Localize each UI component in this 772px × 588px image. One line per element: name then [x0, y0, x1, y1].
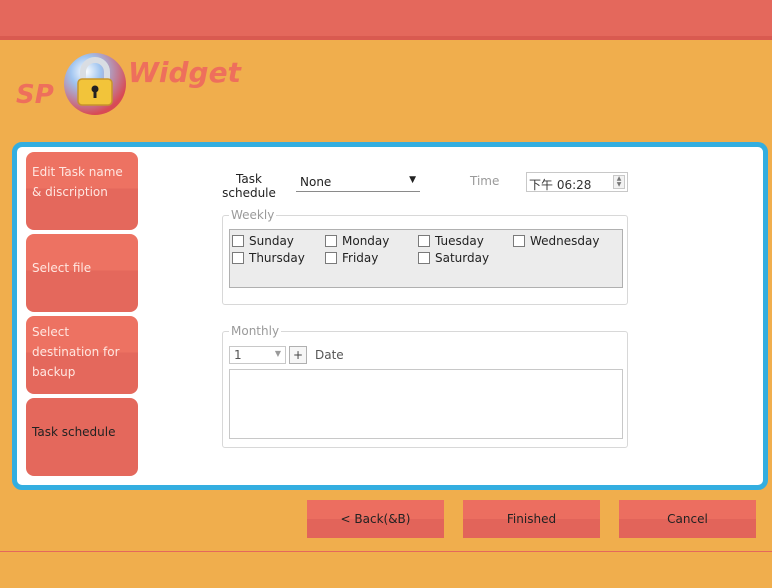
time-label: Time — [470, 174, 500, 188]
monthly-day-select[interactable]: 1 ▼ — [229, 346, 286, 364]
checkbox-icon — [325, 235, 337, 247]
checkbox-label: Monday — [342, 234, 390, 248]
task-schedule-label: Task schedule — [222, 172, 276, 200]
sidebar-item-label: Select file — [32, 261, 92, 275]
sidebar-item-label: Task schedule — [32, 425, 116, 439]
sidebar-item-select-destination[interactable]: Select destination for backup — [26, 316, 138, 394]
date-label: Date — [315, 348, 344, 362]
sidebar-item-label: Select destination for backup — [32, 325, 120, 379]
checkbox-icon — [418, 235, 430, 247]
checkbox-friday[interactable]: Friday — [325, 251, 378, 265]
checkbox-label: Sunday — [249, 234, 294, 248]
add-date-button[interactable]: + — [289, 346, 307, 364]
monthly-day-value: 1 — [234, 348, 242, 362]
back-button[interactable]: < Back(&B) — [307, 500, 444, 538]
checkbox-thursday[interactable]: Thursday — [232, 251, 305, 265]
checkbox-icon — [418, 252, 430, 264]
monthly-legend: Monthly — [229, 324, 282, 338]
checkbox-wednesday[interactable]: Wednesday — [513, 234, 599, 248]
task-schedule-value: None — [300, 175, 332, 189]
top-bar — [0, 0, 772, 36]
time-value: 下午 06:28 — [529, 178, 592, 192]
finished-button[interactable]: Finished — [463, 500, 600, 538]
checkbox-monday[interactable]: Monday — [325, 234, 389, 248]
checkbox-icon — [513, 235, 525, 247]
checkbox-label: Saturday — [435, 251, 490, 265]
cancel-button[interactable]: Cancel — [619, 500, 756, 538]
chevron-down-icon: ▼ — [409, 175, 416, 185]
lock-logo-icon — [64, 53, 126, 115]
sidebar-item-label: Edit Task name & discription — [32, 165, 123, 199]
checkbox-sunday[interactable]: Sunday — [232, 234, 294, 248]
time-spinner-icon[interactable]: ▲ ▼ — [613, 175, 625, 189]
checkbox-label: Thursday — [249, 251, 305, 265]
time-field[interactable]: 下午 06:28 ▲ ▼ — [526, 172, 628, 192]
checkbox-label: Friday — [342, 251, 379, 265]
sidebar-item-edit-task-name[interactable]: Edit Task name & discription — [26, 152, 138, 230]
checkbox-label: Tuesday — [435, 234, 484, 248]
sidebar-item-task-schedule[interactable]: Task schedule — [26, 398, 138, 476]
checkbox-saturday[interactable]: Saturday — [418, 251, 489, 265]
footer-divider — [0, 551, 772, 552]
date-list[interactable] — [229, 369, 623, 439]
chevron-down-icon: ▼ — [274, 349, 281, 358]
logo-text-widget: Widget — [128, 56, 241, 89]
checkbox-label: Wednesday — [530, 234, 600, 248]
task-schedule-dropdown[interactable]: None ▼ — [296, 174, 420, 192]
sidebar-item-select-file[interactable]: Select file — [26, 234, 138, 312]
logo-text-sp: SP — [16, 80, 54, 110]
checkbox-tuesday[interactable]: Tuesday — [418, 234, 484, 248]
checkbox-icon — [325, 252, 337, 264]
checkbox-icon — [232, 252, 244, 264]
weekly-legend: Weekly — [229, 208, 277, 222]
checkbox-icon — [232, 235, 244, 247]
